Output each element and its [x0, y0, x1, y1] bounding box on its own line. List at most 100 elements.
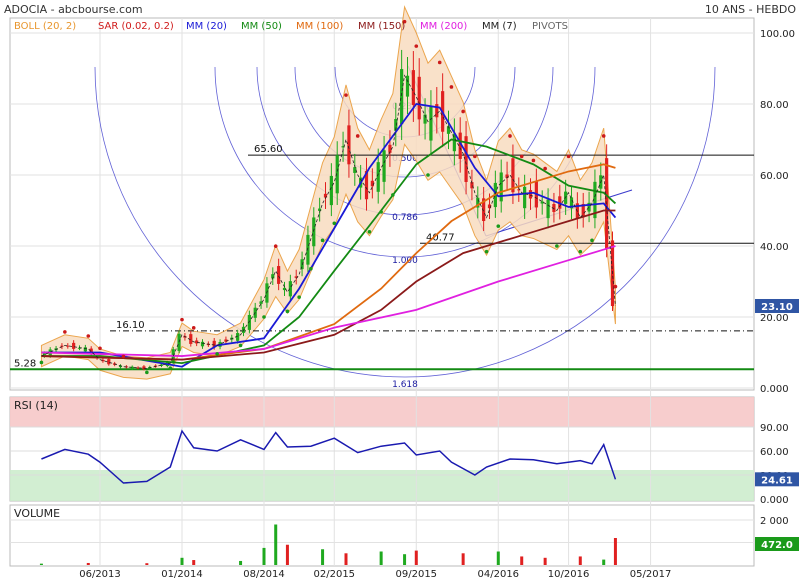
legend-item: BOLL (20, 2) — [14, 21, 76, 32]
stock-chart: 0.2360.5000.7861.0001.618 65.6040.7716.1… — [4, 3, 799, 580]
sar-dot — [437, 60, 442, 65]
sar-dot — [180, 317, 184, 322]
sar-dot — [590, 238, 594, 243]
level-label: 16.10 — [116, 320, 145, 331]
sar-dot — [98, 346, 102, 351]
sar-dot — [484, 249, 489, 254]
rsi-overbought-zone — [10, 397, 754, 427]
x-tick-label: 04/2016 — [478, 569, 520, 580]
sar-dot — [145, 370, 149, 375]
candle-body — [546, 199, 550, 219]
candle-body — [347, 125, 351, 165]
candle-body — [528, 190, 533, 199]
rsi-tick-label: 90.00 — [760, 423, 789, 434]
x-tick-label: 01/2014 — [161, 569, 203, 580]
legend-item: MM (100) — [296, 21, 343, 32]
volume-bar — [262, 547, 266, 565]
sar-dot — [332, 221, 337, 226]
candle-body — [142, 366, 146, 370]
sar-dot — [86, 334, 91, 338]
rsi-tick-label: 60.00 — [760, 447, 789, 458]
volume-bar — [344, 553, 348, 565]
x-tick-label: 02/2015 — [314, 569, 356, 580]
sar-dot — [519, 154, 524, 159]
x-tick-label: 08/2014 — [243, 569, 285, 580]
rsi-tick-label: 0.000 — [760, 495, 789, 506]
fan-label: 1.618 — [392, 380, 418, 390]
sar-dot — [285, 309, 290, 314]
candle-body — [405, 75, 410, 97]
chart-title: ADOCIA - abcbourse.com — [4, 3, 143, 16]
price-tick-label: 40.00 — [760, 242, 789, 253]
sar-dot — [39, 360, 44, 365]
sar-dot — [566, 154, 571, 159]
candle-body — [329, 175, 333, 206]
candle-body — [312, 217, 316, 247]
volume-bar — [379, 551, 383, 565]
sar-dot — [344, 93, 348, 97]
level-label: 40.77 — [426, 232, 455, 243]
sar-dot — [555, 244, 559, 248]
candle-body — [107, 359, 111, 365]
x-tick-label: 10/2016 — [548, 569, 590, 580]
candle-body — [200, 341, 205, 347]
volume-bar — [613, 538, 617, 565]
chart-period: 10 ANS - HEBDO — [705, 3, 796, 16]
volume-bar — [86, 562, 90, 565]
candle-body — [417, 76, 421, 120]
legend-item: SAR (0.02, 0.2) — [98, 21, 174, 32]
volume-bar — [274, 524, 278, 565]
x-tick-label: 06/2013 — [79, 569, 121, 580]
volume-bar — [403, 554, 407, 565]
sar-dot — [613, 284, 618, 289]
sar-dot — [168, 366, 173, 370]
candle-body — [195, 340, 199, 344]
sar-dot — [367, 230, 372, 234]
volume-title: VOLUME — [14, 507, 60, 520]
volume-bar — [461, 553, 465, 565]
volume-bar — [414, 550, 418, 565]
candle-body — [499, 172, 503, 202]
candle-body — [323, 193, 328, 198]
candle-body — [523, 186, 527, 209]
sar-dot — [391, 193, 395, 197]
level-label: 65.60 — [254, 144, 283, 155]
sar-dot — [578, 249, 583, 254]
sar-dot — [215, 352, 219, 356]
sar-dot — [262, 315, 266, 319]
candle-body — [400, 69, 404, 125]
sar-dot — [426, 173, 430, 177]
candle-body — [177, 333, 181, 351]
price-tick-label: 20.00 — [760, 313, 789, 324]
sar-dot — [461, 109, 465, 114]
sar-dot — [63, 330, 67, 334]
volume-bar — [39, 563, 43, 565]
candle-body — [306, 234, 310, 265]
sar-dot — [309, 266, 313, 271]
legend-item: MM (20) — [186, 21, 227, 32]
level-label: 5.28 — [14, 358, 36, 369]
legend-item: MM (200) — [420, 21, 467, 32]
volume-bar — [578, 556, 582, 565]
volume-bar — [602, 559, 606, 565]
candle-body — [376, 162, 380, 192]
sar-dot — [355, 134, 360, 138]
sar-dot — [473, 154, 477, 159]
sar-dot — [238, 343, 243, 348]
price-tick-label: 0.000 — [760, 384, 789, 395]
chart-root: 0.2360.5000.7861.0001.618 65.6040.7716.1… — [0, 0, 800, 580]
candle-body — [411, 70, 415, 105]
sar-dot — [496, 224, 501, 228]
volume-bar — [285, 544, 289, 565]
legend-item: MM (7) — [482, 21, 517, 32]
price-tick-label: 100.00 — [760, 29, 795, 40]
fan-label: 0.786 — [392, 213, 418, 223]
price-tick-label: 80.00 — [760, 100, 789, 111]
volume-bar — [192, 560, 196, 565]
legend-item: PIVOTS — [532, 21, 568, 32]
sar-dot — [543, 166, 547, 171]
volume-bar — [239, 560, 243, 565]
last-price-label: 23.10 — [761, 302, 793, 313]
candle-body — [318, 208, 322, 211]
sar-dot — [379, 210, 383, 214]
